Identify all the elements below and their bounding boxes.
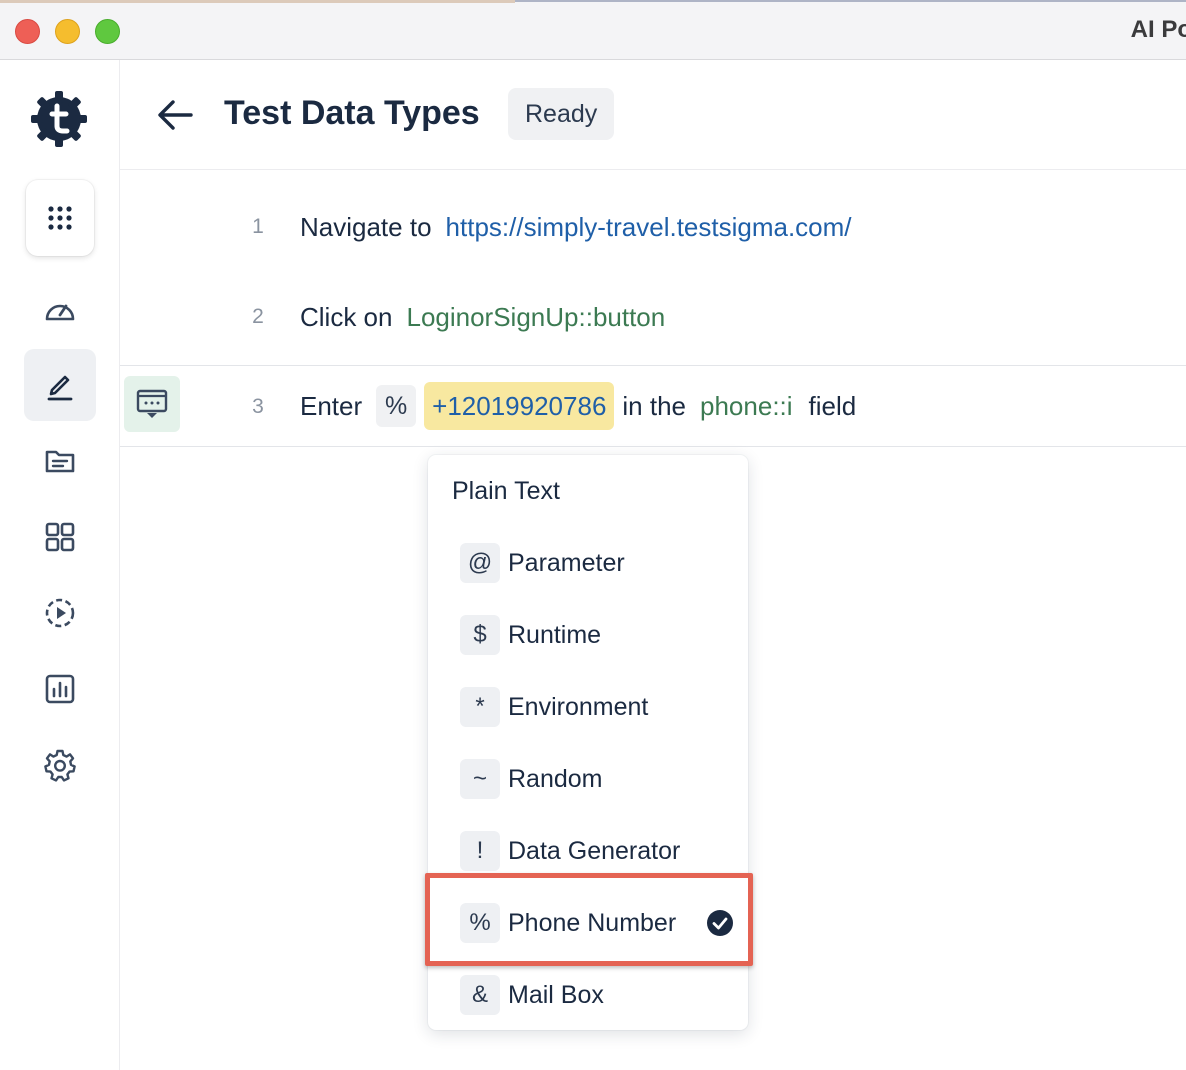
dropdown-item-parameter[interactable]: @ Parameter (460, 543, 740, 583)
dashboard-gauge-icon (45, 304, 75, 321)
dropdown-item-phone-number[interactable]: % Phone Number (460, 903, 740, 943)
modules-grid-icon (45, 522, 75, 552)
page-title: Test Data Types (224, 94, 480, 132)
dropdown-item-plain-text[interactable]: Plain Text (452, 477, 560, 506)
step-options-button[interactable] (124, 376, 180, 432)
test-step[interactable]: 1 Navigate to https://simply-travel.test… (120, 187, 1186, 267)
data-type-chip[interactable]: % (376, 385, 417, 427)
dropdown-item-label: Mail Box (508, 980, 604, 1009)
back-button[interactable] (154, 94, 196, 136)
dropdown-item-label: Data Generator (508, 836, 681, 865)
step-action-text: Navigate to (300, 212, 432, 242)
nav-modules[interactable] (24, 501, 96, 573)
dropdown-item-label: Random (508, 764, 603, 793)
status-badge: Ready (508, 88, 615, 140)
environment-symbol-icon: * (460, 687, 500, 727)
step-connector-text: in the (622, 390, 687, 421)
runtime-symbol-icon: $ (460, 615, 500, 655)
test-step[interactable]: 2 Click on LoginorSignUp::button (120, 277, 1186, 357)
apps-grid-icon (48, 206, 72, 230)
window-title: AI Po (1130, 16, 1186, 43)
window-zoom-button[interactable] (95, 19, 120, 44)
random-symbol-icon: ~ (460, 759, 500, 799)
dropdown-item-label: Runtime (508, 620, 602, 649)
step-number: 2 (252, 305, 264, 328)
dropdown-item-data-generator[interactable]: ! Data Generator (460, 831, 740, 871)
nav-test-cases[interactable] (24, 349, 96, 421)
testsigma-logo-icon[interactable] (30, 90, 88, 148)
titlebar-decoration (515, 0, 1186, 2)
check-circle-icon (707, 910, 733, 936)
sidebar (0, 60, 120, 1070)
data-generator-symbol-icon: ! (460, 831, 500, 871)
window-close-button[interactable] (15, 19, 40, 44)
titlebar-decoration (0, 0, 515, 3)
step-url-link[interactable]: https://simply-travel.testsigma.com/ (446, 212, 852, 243)
step-number: 1 (252, 215, 264, 238)
run-play-icon (45, 598, 75, 628)
mail-box-symbol-icon: & (460, 975, 500, 1015)
edit-icon (47, 375, 73, 401)
step-number: 3 (252, 395, 264, 418)
nav-settings[interactable] (24, 729, 96, 801)
dropdown-item-environment[interactable]: * Environment (460, 687, 740, 727)
window-titlebar: AI Po (0, 0, 1186, 60)
step-text: Navigate to https://simply-travel.testsi… (300, 212, 852, 243)
dropdown-item-label: Phone Number (508, 908, 677, 937)
step-action-text: Enter (300, 390, 363, 421)
step-text: Click on LoginorSignUp::button (300, 302, 665, 333)
step-action-text: Click on (300, 302, 393, 332)
step-element-link[interactable]: LoginorSignUp::button (406, 302, 665, 333)
parameter-symbol-icon: @ (460, 543, 500, 583)
window-minimize-button[interactable] (55, 19, 80, 44)
dropdown-item-runtime[interactable]: $ Runtime (460, 615, 740, 655)
nav-reports[interactable] (24, 653, 96, 725)
reports-chart-icon (45, 674, 75, 704)
page-header: Test Data Types Ready (120, 60, 1186, 170)
dropdown-item-mail-box[interactable]: & Mail Box (460, 975, 740, 1015)
data-type-dropdown: Plain Text @ Parameter $ Runtime * Envir… (428, 455, 748, 1030)
test-data-value[interactable]: +12019920786 (424, 382, 615, 430)
dropdown-item-label: Environment (508, 692, 649, 721)
step-options-icon (136, 389, 168, 418)
step-suffix-text: field (808, 390, 857, 421)
dropdown-item-random[interactable]: ~ Random (460, 759, 740, 799)
test-step-selected[interactable]: 3 Enter % +12019920786 in the phone::i f… (120, 365, 1186, 447)
folder-icon (45, 450, 75, 473)
step-text: Enter % +12019920786 in the phone::i fie… (300, 382, 856, 430)
apps-grid-button[interactable] (26, 180, 94, 256)
phone-number-symbol-icon: % (460, 903, 500, 943)
step-element-link[interactable]: phone::i (700, 391, 793, 422)
nav-dashboard[interactable] (24, 274, 96, 346)
arrow-left-icon (158, 100, 193, 130)
nav-files[interactable] (24, 425, 96, 497)
dropdown-item-label: Parameter (508, 548, 625, 577)
settings-gear-icon (44, 749, 76, 782)
nav-runs[interactable] (24, 577, 96, 649)
